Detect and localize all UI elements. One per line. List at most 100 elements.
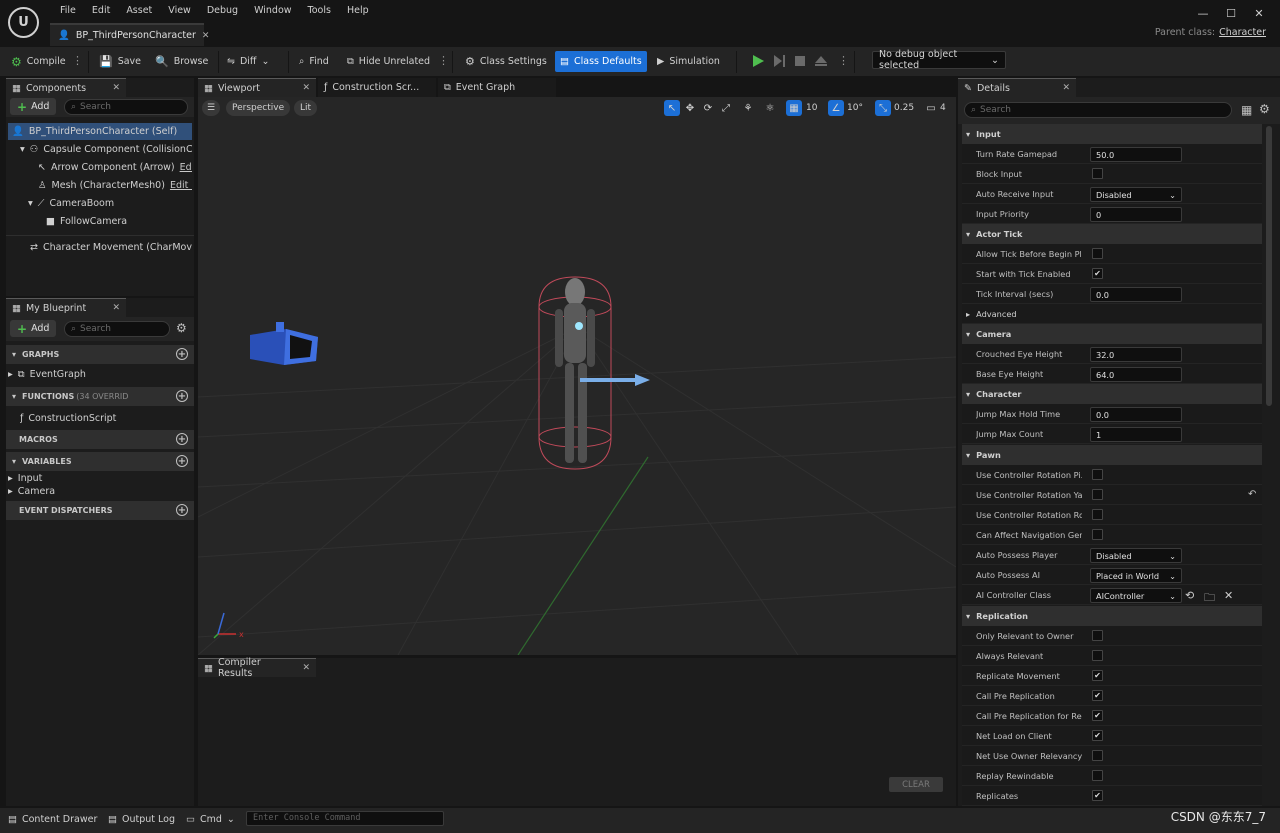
block-input-checkbox[interactable] xyxy=(1092,168,1103,179)
blueprint-search-input[interactable]: ⌕ Search xyxy=(64,321,170,337)
scale-mode-icon[interactable]: ⤢ xyxy=(718,100,734,116)
menu-debug[interactable]: Debug xyxy=(199,4,246,17)
close-icon[interactable]: ✕ xyxy=(302,83,310,93)
eject-icon[interactable] xyxy=(813,53,829,69)
event-dispatchers-section[interactable]: EVENT DISPATCHERS + xyxy=(6,501,194,520)
allow-tick-checkbox[interactable] xyxy=(1092,248,1103,259)
parent-class-link[interactable]: Character xyxy=(1219,27,1266,38)
console-command-input[interactable]: Enter Console Command xyxy=(246,811,444,826)
add-variable-icon[interactable]: + xyxy=(176,455,188,467)
output-log-button[interactable]: ▤ Output Log xyxy=(108,811,175,827)
details-tab[interactable]: ✎ Details ✕ xyxy=(958,78,1076,97)
my-blueprint-tab[interactable]: ▦ My Blueprint ✕ xyxy=(6,298,126,317)
details-scrollbar[interactable] xyxy=(1266,126,1272,406)
diff-button[interactable]: ⇋ Diff ⌄ xyxy=(222,51,274,72)
cmd-select[interactable]: ▭ Cmd ⌄ xyxy=(186,811,235,827)
variable-category-camera[interactable]: ▸ Camera xyxy=(8,484,192,499)
content-drawer-button[interactable]: ▤ Content Drawer xyxy=(8,811,97,827)
rotation-snap-value[interactable]: 10° xyxy=(847,103,863,113)
auto-possess-player-select[interactable]: Disabled ⌄ xyxy=(1090,548,1182,563)
menu-tools[interactable]: Tools xyxy=(300,4,339,17)
add-dispatcher-icon[interactable]: + xyxy=(176,504,188,516)
translate-mode-icon[interactable]: ✥ xyxy=(682,100,698,116)
add-function-icon[interactable]: + xyxy=(176,390,188,402)
clear-button[interactable]: CLEAR xyxy=(889,777,943,792)
window-close-icon[interactable]: ✕ xyxy=(1249,6,1269,20)
auto-receive-input-select[interactable]: Disabled ⌄ xyxy=(1090,187,1182,202)
camera-speed-value[interactable]: 4 xyxy=(940,103,946,113)
surface-snap-icon[interactable]: ⚛ xyxy=(762,100,778,116)
viewport-menu-button[interactable]: ☰ xyxy=(202,100,220,116)
edit-in-link[interactable]: Edit in xyxy=(170,180,192,191)
select-mode-icon[interactable]: ↖ xyxy=(664,100,680,116)
grid-snap-icon[interactable]: ▦ xyxy=(786,100,802,116)
clear-icon[interactable]: ✕ xyxy=(1224,589,1233,602)
tab-viewport[interactable]: ▦ Viewport ✕ xyxy=(198,78,316,97)
play-options-icon[interactable]: ⋮ xyxy=(838,54,849,67)
macros-section[interactable]: MACROS + xyxy=(6,430,194,449)
close-icon[interactable]: ✕ xyxy=(112,83,120,93)
details-advanced[interactable]: ▸ Advanced xyxy=(962,304,1262,324)
menu-edit[interactable]: Edit xyxy=(84,4,118,17)
details-section-camera[interactable]: ▾ Camera xyxy=(962,324,1262,344)
graphs-section[interactable]: ▾ GRAPHS + xyxy=(6,345,194,364)
details-section-actor-tick[interactable]: ▾ Actor Tick xyxy=(962,224,1262,244)
always-relevant-checkbox[interactable] xyxy=(1092,650,1103,661)
compile-button[interactable]: ⚙ Compile xyxy=(6,51,71,72)
hide-unrelated-button[interactable]: ⧉ Hide Unrelated xyxy=(342,51,435,72)
perspective-button[interactable]: Perspective xyxy=(226,100,291,116)
details-section-input[interactable]: ▾ Input xyxy=(962,124,1262,144)
add-graph-icon[interactable]: + xyxy=(176,348,188,360)
only-relevant-checkbox[interactable] xyxy=(1092,630,1103,641)
scale-snap-icon[interactable]: ⤡ xyxy=(875,100,891,116)
tab-event-graph[interactable]: ⧉ Event Graph xyxy=(438,78,556,97)
input-priority-input[interactable]: 0 xyxy=(1090,207,1182,222)
jump-count-input[interactable]: 1 xyxy=(1090,427,1182,442)
menu-help[interactable]: Help xyxy=(339,4,377,17)
functions-section[interactable]: ▾ FUNCTIONS (34 OVERRID + xyxy=(6,387,194,406)
maximize-icon[interactable]: ☐ xyxy=(1221,6,1241,20)
rotation-snap-icon[interactable]: ∠ xyxy=(828,100,844,116)
reset-to-default-icon[interactable]: ↶ xyxy=(1248,489,1256,500)
gear-icon[interactable]: ⚙ xyxy=(176,321,187,335)
construction-script-item[interactable]: ƒ ConstructionScript xyxy=(20,410,192,427)
use-ctrl-yaw-checkbox[interactable] xyxy=(1092,489,1103,500)
debug-object-select[interactable]: No debug object selected ⌄ xyxy=(872,49,1006,71)
menu-view[interactable]: View xyxy=(160,4,199,17)
document-tab[interactable]: 👤 BP_ThirdPersonCharacter ✕ xyxy=(50,23,209,46)
step-icon[interactable] xyxy=(771,53,787,69)
replay-rewindable-checkbox[interactable] xyxy=(1092,770,1103,781)
camera-speed-icon[interactable]: ▭ xyxy=(923,100,939,116)
close-icon[interactable]: ✕ xyxy=(112,303,120,313)
turn-rate-input[interactable]: 50.0 xyxy=(1090,147,1182,162)
add-macro-icon[interactable]: + xyxy=(176,433,188,445)
menu-file[interactable]: File xyxy=(52,4,84,17)
event-graph-item[interactable]: ▸ ⧉ EventGraph xyxy=(8,366,192,383)
lit-button[interactable]: Lit xyxy=(294,100,318,116)
call-pre-rep-for-checkbox[interactable]: ✔ xyxy=(1092,710,1103,721)
find-button[interactable]: ⌕ Find xyxy=(294,51,334,72)
gear-icon[interactable]: ⚙ xyxy=(1259,102,1270,116)
hide-options-icon[interactable]: ⋮ xyxy=(438,54,449,67)
rotate-mode-icon[interactable]: ⟳ xyxy=(700,100,716,116)
simulation-button[interactable]: ▶ Simulation xyxy=(652,51,725,72)
replicate-movement-checkbox[interactable]: ✔ xyxy=(1092,670,1103,681)
save-button[interactable]: 💾 Save xyxy=(94,51,146,72)
coordinate-system-icon[interactable]: ⚘ xyxy=(740,100,756,116)
viewport[interactable]: x ☰ Perspective Lit ↖ ✥ ⟳ ⤢ ⚘ ⚛ ▦ 10 ∠ 1… xyxy=(198,97,956,655)
edit-in-link[interactable]: Edit i xyxy=(180,162,192,173)
call-pre-rep-checkbox[interactable]: ✔ xyxy=(1092,690,1103,701)
details-search-input[interactable]: ⌕ Search xyxy=(964,102,1232,118)
close-icon[interactable]: ✕ xyxy=(202,31,210,41)
class-settings-button[interactable]: ⚙ Class Settings xyxy=(460,51,552,72)
grid-snap-value[interactable]: 10 xyxy=(806,103,817,113)
component-cameraboom[interactable]: ▾ ⟋ CameraBoom xyxy=(28,195,192,212)
component-charactermovement[interactable]: ⇄ Character Movement (CharMoveC xyxy=(30,239,192,256)
use-ctrl-roll-checkbox[interactable] xyxy=(1092,509,1103,520)
components-search-input[interactable]: ⌕ Search xyxy=(64,99,188,115)
close-icon[interactable]: ✕ xyxy=(302,663,310,673)
component-mesh[interactable]: ♙ Mesh (CharacterMesh0) Edit in xyxy=(38,177,192,194)
minimize-icon[interactable]: — xyxy=(1193,6,1213,20)
start-tick-checkbox[interactable]: ✔ xyxy=(1092,268,1103,279)
class-defaults-button[interactable]: ▤ Class Defaults xyxy=(555,51,647,72)
